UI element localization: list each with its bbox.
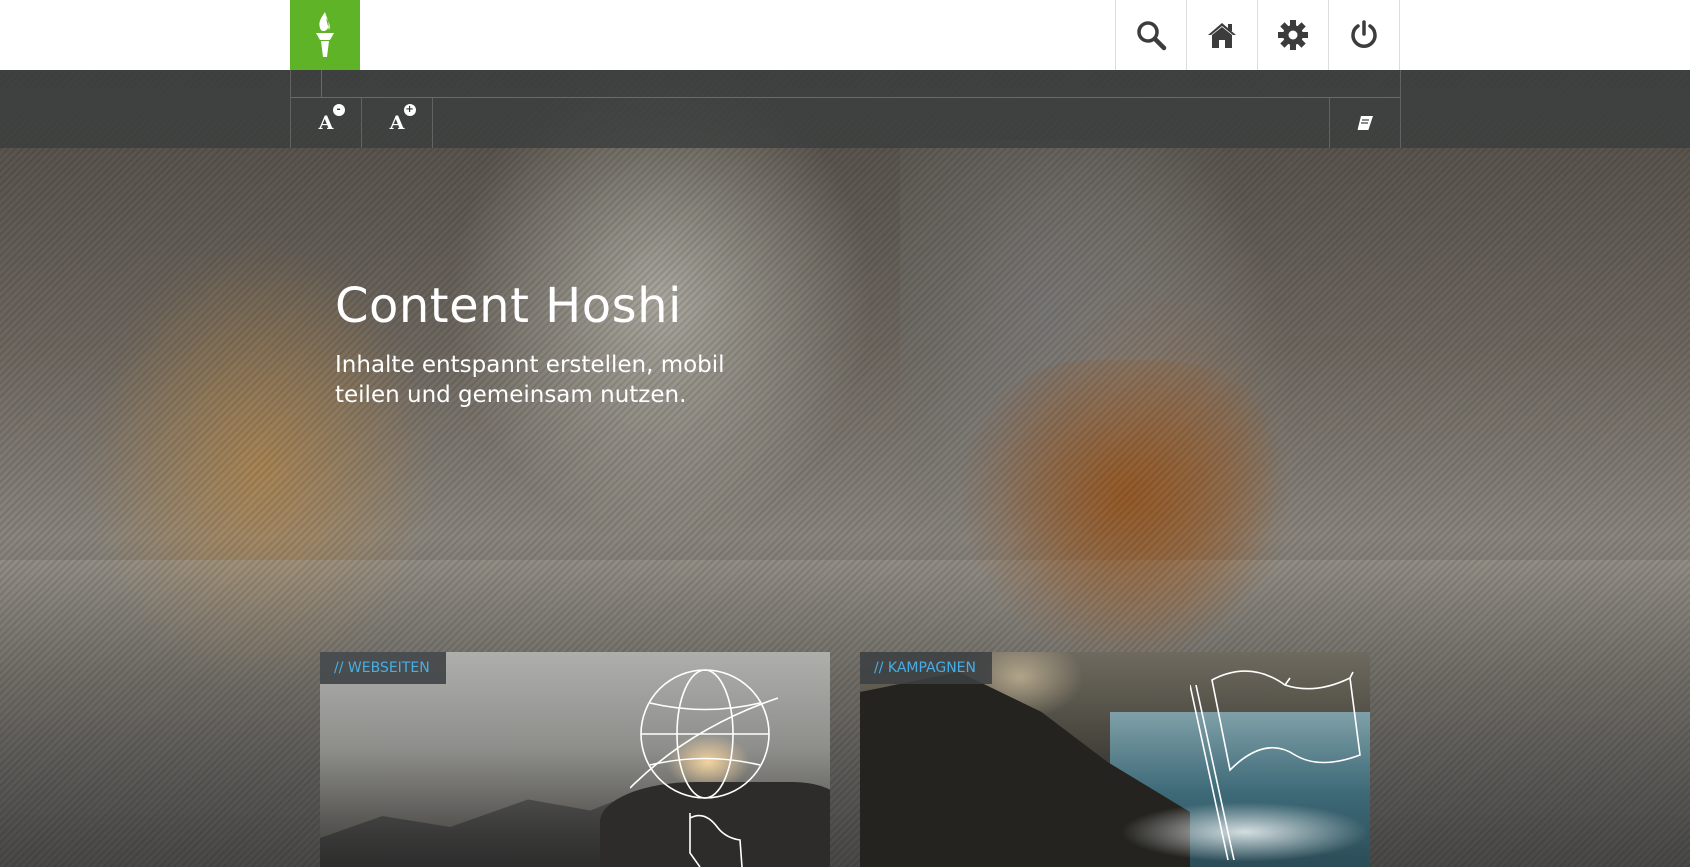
hero-person-legs <box>960 360 1290 660</box>
power-icon <box>1351 20 1377 48</box>
font-increase-button[interactable]: A + <box>362 98 433 148</box>
card-webseiten[interactable]: // WEBSEITEN <box>320 652 830 867</box>
toolbar-divider-tick <box>321 70 322 97</box>
font-increase-letter: A <box>389 112 405 134</box>
flag-icon <box>1190 670 1361 860</box>
accessibility-toolbar: A - A + <box>0 70 1690 148</box>
card-tag: // WEBSEITEN <box>320 652 446 684</box>
gear-icon <box>1278 20 1308 50</box>
book-button[interactable] <box>1329 98 1400 148</box>
card-kampagnen[interactable]: // KAMPAGNEN <box>860 652 1370 867</box>
settings-button[interactable] <box>1257 0 1328 70</box>
search-icon <box>1137 21 1167 51</box>
logo[interactable] <box>290 0 360 70</box>
minus-badge: - <box>332 104 345 116</box>
torch-icon <box>316 12 334 57</box>
hero-person <box>900 140 1260 650</box>
font-decrease-letter: A <box>318 112 334 134</box>
hero-street <box>0 560 1690 867</box>
header-actions <box>1115 0 1400 70</box>
toolbar-container: A - A + <box>290 70 1401 148</box>
globe-pointer-icon <box>630 669 779 867</box>
book-icon <box>1357 116 1373 130</box>
home-button[interactable] <box>1186 0 1257 70</box>
plus-badge: + <box>403 104 416 116</box>
search-button[interactable] <box>1115 0 1186 70</box>
top-bar <box>0 0 1690 70</box>
hero-title: Content Hoshi <box>335 278 682 334</box>
hero-subtitle: Inhalte entspannt erstellen, mobil teile… <box>335 352 725 408</box>
font-decrease-icon: A - <box>318 104 345 134</box>
font-increase-icon: A + <box>389 104 416 134</box>
toolbar-divider <box>291 97 1400 98</box>
font-decrease-button[interactable]: A - <box>291 98 362 148</box>
home-icon <box>1208 23 1236 48</box>
card-tag: // KAMPAGNEN <box>860 652 992 684</box>
logout-button[interactable] <box>1328 0 1400 70</box>
